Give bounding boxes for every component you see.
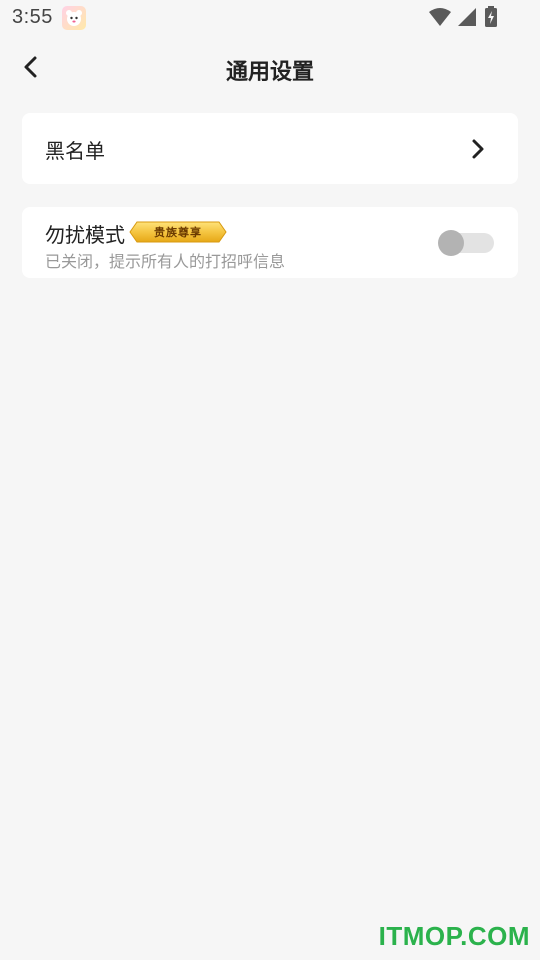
page-title: 通用设置 (225, 60, 314, 85)
app-notification-icon (62, 6, 86, 30)
do-not-disturb-row: 勿扰模式 贵族尊享 已关闭，提示所有人的打招呼信息 (22, 207, 518, 278)
watermark: ITMOP.COM (378, 921, 530, 951)
blacklist-row[interactable]: 黑名单 (22, 113, 518, 184)
signal-icon (456, 6, 478, 32)
noble-exclusive-badge: 贵族尊享 (129, 221, 227, 243)
chevron-right-icon (468, 138, 488, 160)
do-not-disturb-subtitle: 已关闭，提示所有人的打招呼信息 (45, 252, 286, 271)
do-not-disturb-label: 勿扰模式 (45, 223, 125, 247)
wifi-icon (428, 6, 452, 32)
toggle-knob (438, 230, 464, 256)
status-bar: 3:55 (0, 0, 540, 38)
header: 通用设置 (0, 40, 540, 98)
battery-icon (484, 6, 498, 32)
status-time: 3:55 (12, 6, 53, 28)
blacklist-label: 黑名单 (45, 139, 105, 163)
do-not-disturb-toggle[interactable] (438, 230, 494, 256)
badge-text: 贵族尊享 (154, 226, 202, 239)
